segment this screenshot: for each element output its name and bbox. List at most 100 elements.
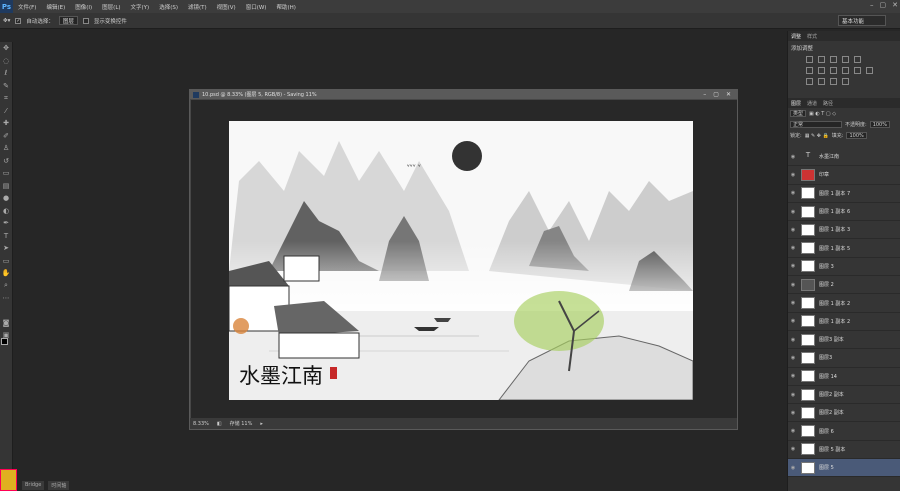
layer-row[interactable]: ◉ 图层 1 副本 6 — [788, 203, 900, 222]
tab-channels[interactable]: 通道 — [807, 100, 817, 107]
canvas-image[interactable]: ᵛᵛᵛ ᵛ 水墨江南 — [229, 121, 693, 400]
visibility-eye-icon[interactable]: ◉ — [788, 209, 798, 215]
menu-window[interactable]: 窗口(W) — [241, 3, 272, 11]
move-tool-icon[interactable]: ✥▾ — [3, 18, 10, 24]
visibility-eye-icon[interactable]: ◉ — [788, 446, 798, 452]
posterize-icon[interactable] — [818, 78, 825, 85]
brightness-icon[interactable] — [806, 56, 813, 63]
layer-row[interactable]: ◉ 图层 5 副本 — [788, 441, 900, 460]
lasso-tool-icon[interactable]: ℓ — [0, 67, 12, 80]
menu-filter[interactable]: 滤镜(T) — [183, 3, 212, 11]
opacity-input[interactable]: 100% — [869, 121, 890, 128]
stamp-tool-icon[interactable]: ♙ — [0, 142, 12, 155]
document-tab[interactable]: 10.psd @ 8.33% (图层 5, RGB/8) - Saving 11… — [190, 90, 737, 99]
filter-icons[interactable]: ▣ ◐ T ▢ ◇ — [809, 111, 836, 117]
visibility-eye-icon[interactable]: ◉ — [788, 318, 798, 324]
invert-icon[interactable] — [806, 78, 813, 85]
hue-icon[interactable] — [806, 67, 813, 74]
layer-row[interactable]: ◉ 图层 1 副本 7 — [788, 185, 900, 203]
visibility-eye-icon[interactable]: ◉ — [788, 428, 798, 434]
layer-row[interactable]: ◉ 图层2 副本 — [788, 386, 900, 405]
brush-tool-icon[interactable]: ✐ — [0, 130, 12, 143]
visibility-eye-icon[interactable]: ◉ — [788, 392, 798, 398]
quick-mask-icon[interactable]: ◙ — [0, 317, 12, 330]
layer-row[interactable]: ◉ 印章 — [788, 166, 900, 185]
layer-row[interactable]: ◉ 图层 1 副本 3 — [788, 221, 900, 240]
visibility-eye-icon[interactable]: ◉ — [788, 172, 798, 178]
taskbar-app-icon[interactable] — [0, 469, 17, 491]
quick-select-tool-icon[interactable]: ✎ — [0, 80, 12, 93]
visibility-eye-icon[interactable]: ◉ — [788, 245, 798, 251]
tab-styles[interactable]: 样式 — [807, 33, 817, 40]
layer-row[interactable]: ◉ 图层3 副本 — [788, 331, 900, 350]
eyedropper-tool-icon[interactable]: ⁄ — [0, 105, 12, 118]
close-icon[interactable]: ✕ — [892, 1, 898, 9]
path-select-icon[interactable]: ➤ — [0, 242, 12, 255]
layer-row-selected[interactable]: ◉ 图层 5 — [788, 459, 900, 478]
black-white-icon[interactable] — [830, 67, 837, 74]
history-brush-icon[interactable]: ↺ — [0, 155, 12, 168]
doc-close-icon[interactable]: ✕ — [726, 91, 731, 98]
menu-view[interactable]: 视图(V) — [212, 3, 241, 11]
layer-row[interactable]: ◉ 图层 1 副本 2 — [788, 313, 900, 331]
selective-color-icon[interactable] — [842, 78, 849, 85]
doc-minimize-icon[interactable]: – — [703, 91, 706, 98]
canvas-area[interactable]: ᵛᵛᵛ ᵛ 水墨江南 — [191, 100, 737, 418]
auto-select-checkbox[interactable] — [15, 17, 22, 24]
visibility-eye-icon[interactable]: ◉ — [788, 190, 798, 196]
doc-maximize-icon[interactable]: ▢ — [713, 91, 719, 98]
menu-edit[interactable]: 编辑(E) — [41, 3, 70, 11]
layer-row[interactable]: ◉ 图层2 副本 — [788, 404, 900, 423]
tab-adjustments[interactable]: 调整 — [791, 33, 801, 40]
crop-tool-icon[interactable]: ⌗ — [0, 92, 12, 105]
menu-select[interactable]: 选择(S) — [154, 3, 183, 11]
move-tool-icon[interactable]: ✥ — [0, 42, 12, 55]
exposure-icon[interactable] — [842, 56, 849, 63]
visibility-eye-icon[interactable]: ◉ — [788, 337, 798, 343]
visibility-eye-icon[interactable]: ◉ — [788, 282, 798, 288]
gradient-tool-icon[interactable]: ▤ — [0, 180, 12, 193]
workspace-dropdown[interactable]: 基本功能 — [838, 15, 886, 26]
marquee-tool-icon[interactable]: ◌ — [0, 55, 12, 68]
visibility-eye-icon[interactable]: ◉ — [788, 410, 798, 416]
levels-icon[interactable] — [818, 56, 825, 63]
menu-file[interactable]: 文件(F) — [13, 3, 41, 11]
tab-layers[interactable]: 图层 — [791, 100, 801, 107]
dodge-tool-icon[interactable]: ◐ — [0, 205, 12, 218]
layer-row[interactable]: ◉ 图层 1 副本 2 — [788, 294, 900, 313]
blend-mode-dropdown[interactable]: 正常 — [790, 121, 842, 128]
zoom-level[interactable]: 8.33% — [193, 421, 209, 427]
more-tools-icon[interactable]: ⋯ — [0, 292, 12, 305]
gradient-map-icon[interactable] — [854, 56, 861, 63]
layer-row[interactable]: ◉ 图层 3 — [788, 258, 900, 277]
visibility-eye-icon[interactable]: ◉ — [788, 154, 798, 160]
pen-tool-icon[interactable]: ✒ — [0, 217, 12, 230]
menu-help[interactable]: 帮助(H) — [271, 3, 300, 11]
tab-paths[interactable]: 路径 — [823, 100, 833, 107]
menu-layer[interactable]: 图层(L) — [97, 3, 125, 11]
transform-controls-checkbox[interactable] — [82, 17, 89, 24]
visibility-eye-icon[interactable]: ◉ — [788, 465, 798, 471]
curves-icon[interactable] — [830, 56, 837, 63]
color-balance-icon[interactable] — [818, 67, 825, 74]
auto-select-dropdown[interactable]: 图层 — [58, 16, 78, 25]
text-tool-icon[interactable]: T — [0, 230, 12, 243]
foreground-color[interactable] — [1, 338, 8, 345]
maximize-icon[interactable]: ▢ — [880, 1, 887, 9]
healing-tool-icon[interactable]: ✚ — [0, 117, 12, 130]
tab-bridge[interactable]: Bridge — [22, 481, 45, 490]
menu-image[interactable]: 图像(I) — [70, 3, 97, 11]
layer-row[interactable]: ◉ T 水墨江南 — [788, 148, 900, 167]
layer-kind-filter[interactable]: 类型 — [790, 110, 807, 117]
layer-row[interactable]: ◉ 图层 6 — [788, 422, 900, 441]
visibility-eye-icon[interactable]: ◉ — [788, 263, 798, 269]
blur-tool-icon[interactable]: ● — [0, 192, 12, 205]
threshold-icon[interactable] — [830, 78, 837, 85]
zoom-tool-icon[interactable]: ⌕ — [0, 280, 12, 293]
visibility-eye-icon[interactable]: ◉ — [788, 355, 798, 361]
status-arrow-icon[interactable]: ▸ — [260, 421, 263, 427]
shape-tool-icon[interactable]: ▭ — [0, 255, 12, 268]
hand-tool-icon[interactable]: ✋ — [0, 267, 12, 280]
visibility-eye-icon[interactable]: ◉ — [788, 373, 798, 379]
menu-type[interactable]: 文字(Y) — [126, 3, 155, 11]
